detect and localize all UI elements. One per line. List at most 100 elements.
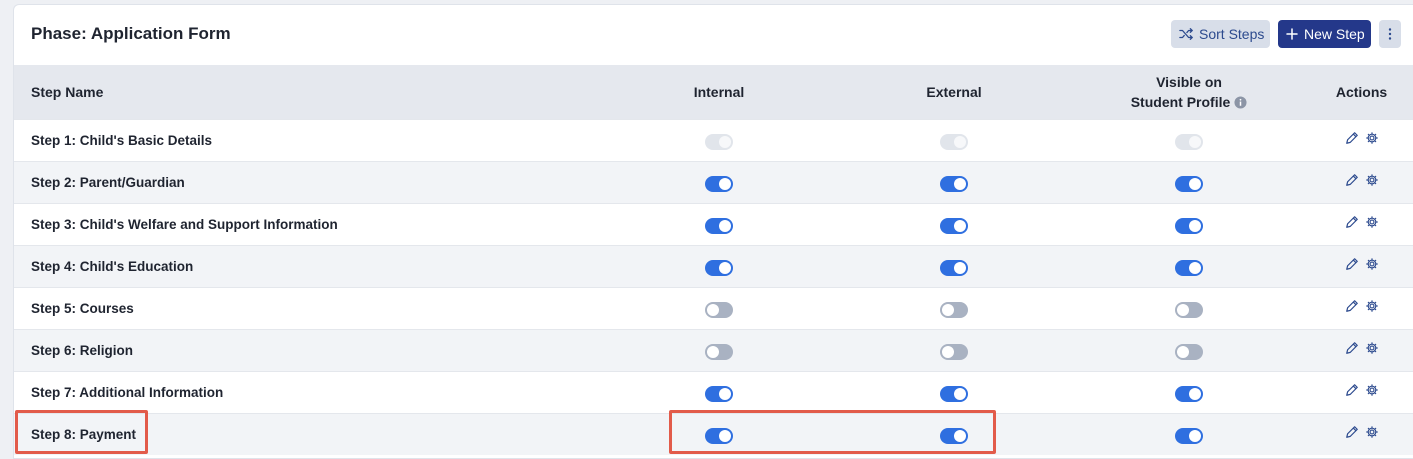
toggle-knob xyxy=(942,345,954,358)
edit-icon[interactable] xyxy=(1345,425,1359,439)
toggle-knob xyxy=(719,387,731,400)
internal-toggle[interactable] xyxy=(705,343,733,360)
toggle-knob xyxy=(954,387,966,400)
gear-icon[interactable] xyxy=(1365,173,1379,187)
external-toggle[interactable] xyxy=(940,385,968,402)
toggle-knob xyxy=(719,135,731,148)
toggle-knob xyxy=(1189,387,1201,400)
steps-table: Step Name Internal External Visible on S… xyxy=(14,65,1413,455)
visible-on-profile-toggle[interactable] xyxy=(1175,217,1203,234)
toggle-knob xyxy=(1177,345,1189,358)
table-row: Step 7: Additional Information xyxy=(14,371,1413,414)
external-toggle[interactable] xyxy=(940,175,968,192)
edit-icon[interactable] xyxy=(1345,341,1359,355)
visible-on-profile-toggle[interactable] xyxy=(1175,427,1203,444)
toggle-knob xyxy=(954,261,966,274)
toggle-knob xyxy=(954,429,966,442)
table-row: Step 5: Courses xyxy=(14,287,1413,330)
edit-icon[interactable] xyxy=(1345,173,1359,187)
row-actions xyxy=(1309,299,1413,313)
toggle-knob xyxy=(1177,303,1189,316)
info-icon[interactable] xyxy=(1234,96,1247,109)
step-name: Step 8: Payment xyxy=(14,413,599,455)
table-row: Step 4: Child's Education xyxy=(14,245,1413,288)
row-actions xyxy=(1309,173,1413,187)
external-toggle[interactable] xyxy=(940,301,968,318)
column-header-step-name: Step Name xyxy=(14,65,599,120)
visible-on-profile-toggle[interactable] xyxy=(1175,175,1203,192)
gear-icon[interactable] xyxy=(1365,425,1379,439)
external-toggle[interactable] xyxy=(940,259,968,276)
step-name: Step 5: Courses xyxy=(14,287,599,330)
edit-icon[interactable] xyxy=(1345,257,1359,271)
new-step-label: New Step xyxy=(1304,26,1365,42)
toggle-knob xyxy=(707,303,719,316)
new-step-button[interactable]: New Step xyxy=(1278,20,1371,48)
more-options-button[interactable] xyxy=(1379,20,1401,48)
toggle-knob xyxy=(954,219,966,232)
table-row: Step 8: Payment xyxy=(14,413,1413,455)
toggle-knob xyxy=(1189,261,1201,274)
internal-toggle[interactable] xyxy=(705,385,733,402)
visible-header-line1: Visible on xyxy=(1156,74,1222,90)
toggle-knob xyxy=(954,135,966,148)
shuffle-icon xyxy=(1179,28,1193,40)
sort-steps-button[interactable]: Sort Steps xyxy=(1171,20,1270,48)
visible-on-profile-toggle[interactable] xyxy=(1175,385,1203,402)
column-header-internal: Internal xyxy=(599,65,839,120)
table-row: Step 1: Child's Basic Details xyxy=(14,119,1413,162)
step-name: Step 7: Additional Information xyxy=(14,371,599,414)
toggle-knob xyxy=(954,177,966,190)
gear-icon[interactable] xyxy=(1365,383,1379,397)
internal-toggle[interactable] xyxy=(705,301,733,318)
toggle-knob xyxy=(707,345,719,358)
edit-icon[interactable] xyxy=(1345,215,1359,229)
toggle-knob xyxy=(942,303,954,316)
toggle-knob xyxy=(719,429,731,442)
column-header-actions: Actions xyxy=(1309,65,1413,120)
table-row: Step 2: Parent/Guardian xyxy=(14,161,1413,204)
gear-icon[interactable] xyxy=(1365,215,1379,229)
edit-icon[interactable] xyxy=(1345,131,1359,145)
visible-on-profile-toggle[interactable] xyxy=(1175,301,1203,318)
toggle-knob xyxy=(719,219,731,232)
step-name: Step 6: Religion xyxy=(14,329,599,372)
toggle-knob xyxy=(719,177,731,190)
more-vertical-icon xyxy=(1388,28,1392,40)
visible-on-profile-toggle[interactable] xyxy=(1175,343,1203,360)
gear-icon[interactable] xyxy=(1365,341,1379,355)
table-row: Step 6: Religion xyxy=(14,329,1413,372)
toggle-knob xyxy=(1189,177,1201,190)
external-toggle[interactable] xyxy=(940,217,968,234)
gear-icon[interactable] xyxy=(1365,299,1379,313)
step-name: Step 2: Parent/Guardian xyxy=(14,161,599,204)
internal-toggle[interactable] xyxy=(705,175,733,192)
plus-icon xyxy=(1286,28,1298,40)
internal-toggle[interactable] xyxy=(705,427,733,444)
row-actions xyxy=(1309,257,1413,271)
external-toggle[interactable] xyxy=(940,427,968,444)
toggle-knob xyxy=(1189,135,1201,148)
visible-header-line2: Student Profile xyxy=(1130,94,1231,110)
row-actions xyxy=(1309,215,1413,229)
internal-toggle[interactable] xyxy=(705,217,733,234)
steps-panel: Phase: Application Form Sort Steps New S… xyxy=(13,4,1413,459)
gear-icon[interactable] xyxy=(1365,257,1379,271)
column-header-visible: Visible on Student Profile xyxy=(1069,65,1309,120)
toggle-knob xyxy=(1189,429,1201,442)
gear-icon[interactable] xyxy=(1365,131,1379,145)
row-actions xyxy=(1309,425,1413,439)
edit-icon[interactable] xyxy=(1345,383,1359,397)
internal-toggle[interactable] xyxy=(705,259,733,276)
external-toggle[interactable] xyxy=(940,343,968,360)
table-row: Step 3: Child's Welfare and Support Info… xyxy=(14,203,1413,246)
visible-on-profile-toggle xyxy=(1175,133,1203,150)
row-actions xyxy=(1309,383,1413,397)
external-toggle xyxy=(940,133,968,150)
edit-icon[interactable] xyxy=(1345,299,1359,313)
column-header-external: External xyxy=(839,65,1069,120)
toggle-knob xyxy=(719,261,731,274)
row-actions xyxy=(1309,131,1413,145)
visible-on-profile-toggle[interactable] xyxy=(1175,259,1203,276)
row-actions xyxy=(1309,341,1413,355)
